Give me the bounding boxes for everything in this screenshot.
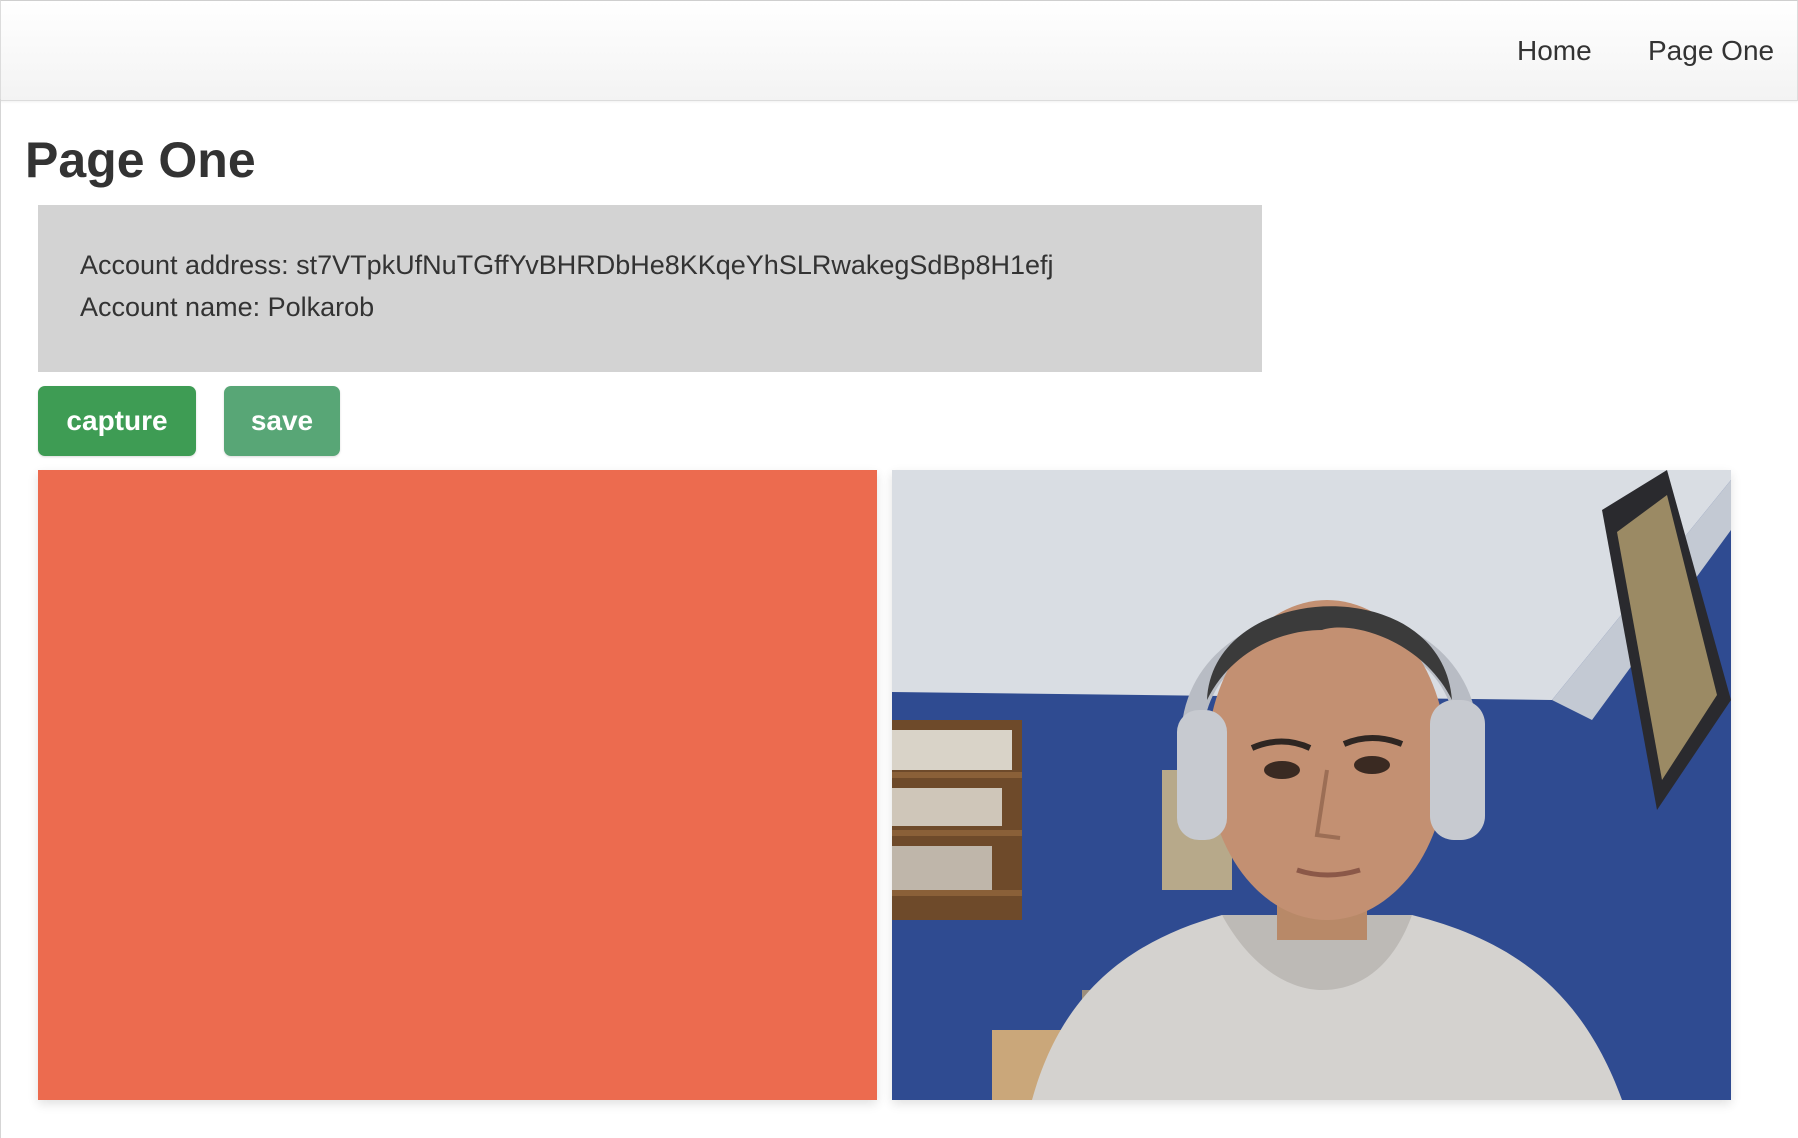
capture-canvas[interactable] bbox=[38, 470, 877, 1100]
webcam-video[interactable] bbox=[892, 470, 1731, 1100]
page: Home Page One Page One Account address: … bbox=[0, 0, 1798, 1138]
nav-home-link[interactable]: Home bbox=[1517, 35, 1592, 67]
page-title: Page One bbox=[25, 132, 256, 188]
account-address-text: Account address: st7VTpkUfNuTGffYvBHRDbH… bbox=[80, 250, 1054, 280]
page-left-border bbox=[0, 99, 1, 1138]
top-navbar: Home Page One bbox=[0, 0, 1798, 101]
account-info-box: Account address: st7VTpkUfNuTGffYvBHRDbH… bbox=[38, 205, 1262, 372]
account-name-text: Account name: Polkarob bbox=[80, 292, 375, 322]
nav-page-one-link[interactable]: Page One bbox=[1648, 35, 1774, 67]
webcam-frame-image bbox=[892, 470, 1731, 1100]
capture-button[interactable]: capture bbox=[38, 386, 196, 456]
save-button[interactable]: save bbox=[224, 386, 340, 456]
